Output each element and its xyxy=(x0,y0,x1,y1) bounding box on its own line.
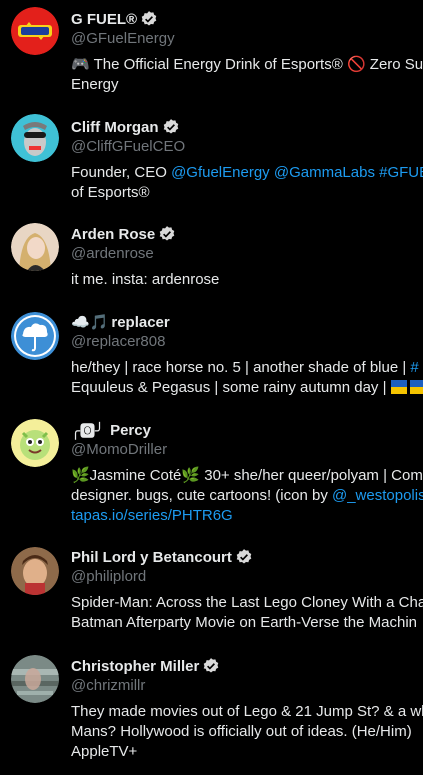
hashtag-link[interactable]: #GFUEL xyxy=(379,164,423,181)
bio: They made movies out of Lego & 21 Jump S… xyxy=(71,703,423,760)
display-name[interactable]: Christopher Miller xyxy=(71,658,199,675)
mention-link[interactable]: @_westopolis xyxy=(332,487,423,504)
account-row[interactable]: ╭🅾╯ Percy @MomoDriller 🌿Jasmine Coté🌿 30… xyxy=(0,408,423,541)
display-name[interactable]: Percy xyxy=(110,422,151,439)
account-row[interactable]: Phil Lord y Betancourt @philiplord Spide… xyxy=(0,541,423,650)
verified-badge-icon xyxy=(163,119,178,134)
display-name[interactable]: Phil Lord y Betancourt xyxy=(71,549,232,566)
username: @chrizmillr xyxy=(71,677,146,694)
verified-badge-icon xyxy=(204,658,219,673)
display-name[interactable]: Arden Rose xyxy=(71,226,155,243)
bio: Founder, CEO @GfuelEnergy @GammaLabs #GF… xyxy=(71,163,423,203)
glitch-photo-avatar[interactable] xyxy=(11,655,59,703)
bio: 🎮 The Official Energy Drink of Esports® … xyxy=(71,56,423,93)
bio: it me. insta: ardenrose xyxy=(71,271,220,288)
follow-list: G FUEL® @GFuelEnergy 🎮 The Official Ener… xyxy=(0,0,423,775)
cloud-note-emoji-icon: ☁️🎵 xyxy=(71,314,109,331)
username: @CliffGFuelCEO xyxy=(71,138,186,155)
account-row[interactable]: Christopher Miller @chrizmillr They made… xyxy=(0,650,423,775)
account-row[interactable]: Cliff Morgan @CliffGFuelCEO Founder, CEO… xyxy=(0,105,423,211)
cartoon-character-avatar[interactable] xyxy=(11,419,59,467)
bio: he/they | race horse no. 5 | another sha… xyxy=(71,358,423,398)
account-row[interactable]: ☁️🎵 replacer @replacer808 he/they | race… xyxy=(0,300,423,408)
ukraine-flag-icon xyxy=(390,380,423,400)
hashtag-link[interactable]: # xyxy=(410,359,418,376)
username: @GFuelEnergy xyxy=(71,30,175,47)
username: @ardenrose xyxy=(71,245,154,262)
display-name[interactable]: replacer xyxy=(111,314,169,331)
account-row[interactable]: Arden Rose @ardenrose it me. insta: arde… xyxy=(0,211,423,300)
verified-badge-icon xyxy=(236,549,252,564)
bio: Spider-Man: Across the Last Lego Cloney … xyxy=(71,594,423,631)
username: @replacer808 xyxy=(71,333,166,350)
letter-o-emoji-icon: ╭🅾╯ xyxy=(71,422,105,440)
display-name[interactable]: Cliff Morgan xyxy=(71,119,159,136)
username: @philiplord xyxy=(71,568,147,585)
display-name[interactable]: G FUEL® xyxy=(71,11,137,28)
url-link[interactable]: tapas.io/series/PHTR6G xyxy=(71,506,423,526)
mention-link[interactable]: @GfuelEnergy xyxy=(171,164,270,181)
mention-link[interactable]: @GammaLabs xyxy=(274,164,375,181)
account-row[interactable]: G FUEL® @GFuelEnergy 🎮 The Official Ener… xyxy=(0,0,423,105)
bio: 🌿Jasmine Coté🌿 30+ she/her queer/polyam … xyxy=(71,466,423,526)
cartoon-portrait-avatar[interactable] xyxy=(11,114,59,162)
verified-badge-icon xyxy=(159,226,175,241)
cloud-umbrella-avatar[interactable] xyxy=(11,312,59,360)
photo-portrait-avatar[interactable] xyxy=(11,223,59,271)
username: @MomoDriller xyxy=(71,441,168,458)
verified-badge-icon xyxy=(141,11,157,26)
gfuel-logo-avatar[interactable] xyxy=(11,7,59,55)
child-photo-avatar[interactable] xyxy=(11,547,59,595)
